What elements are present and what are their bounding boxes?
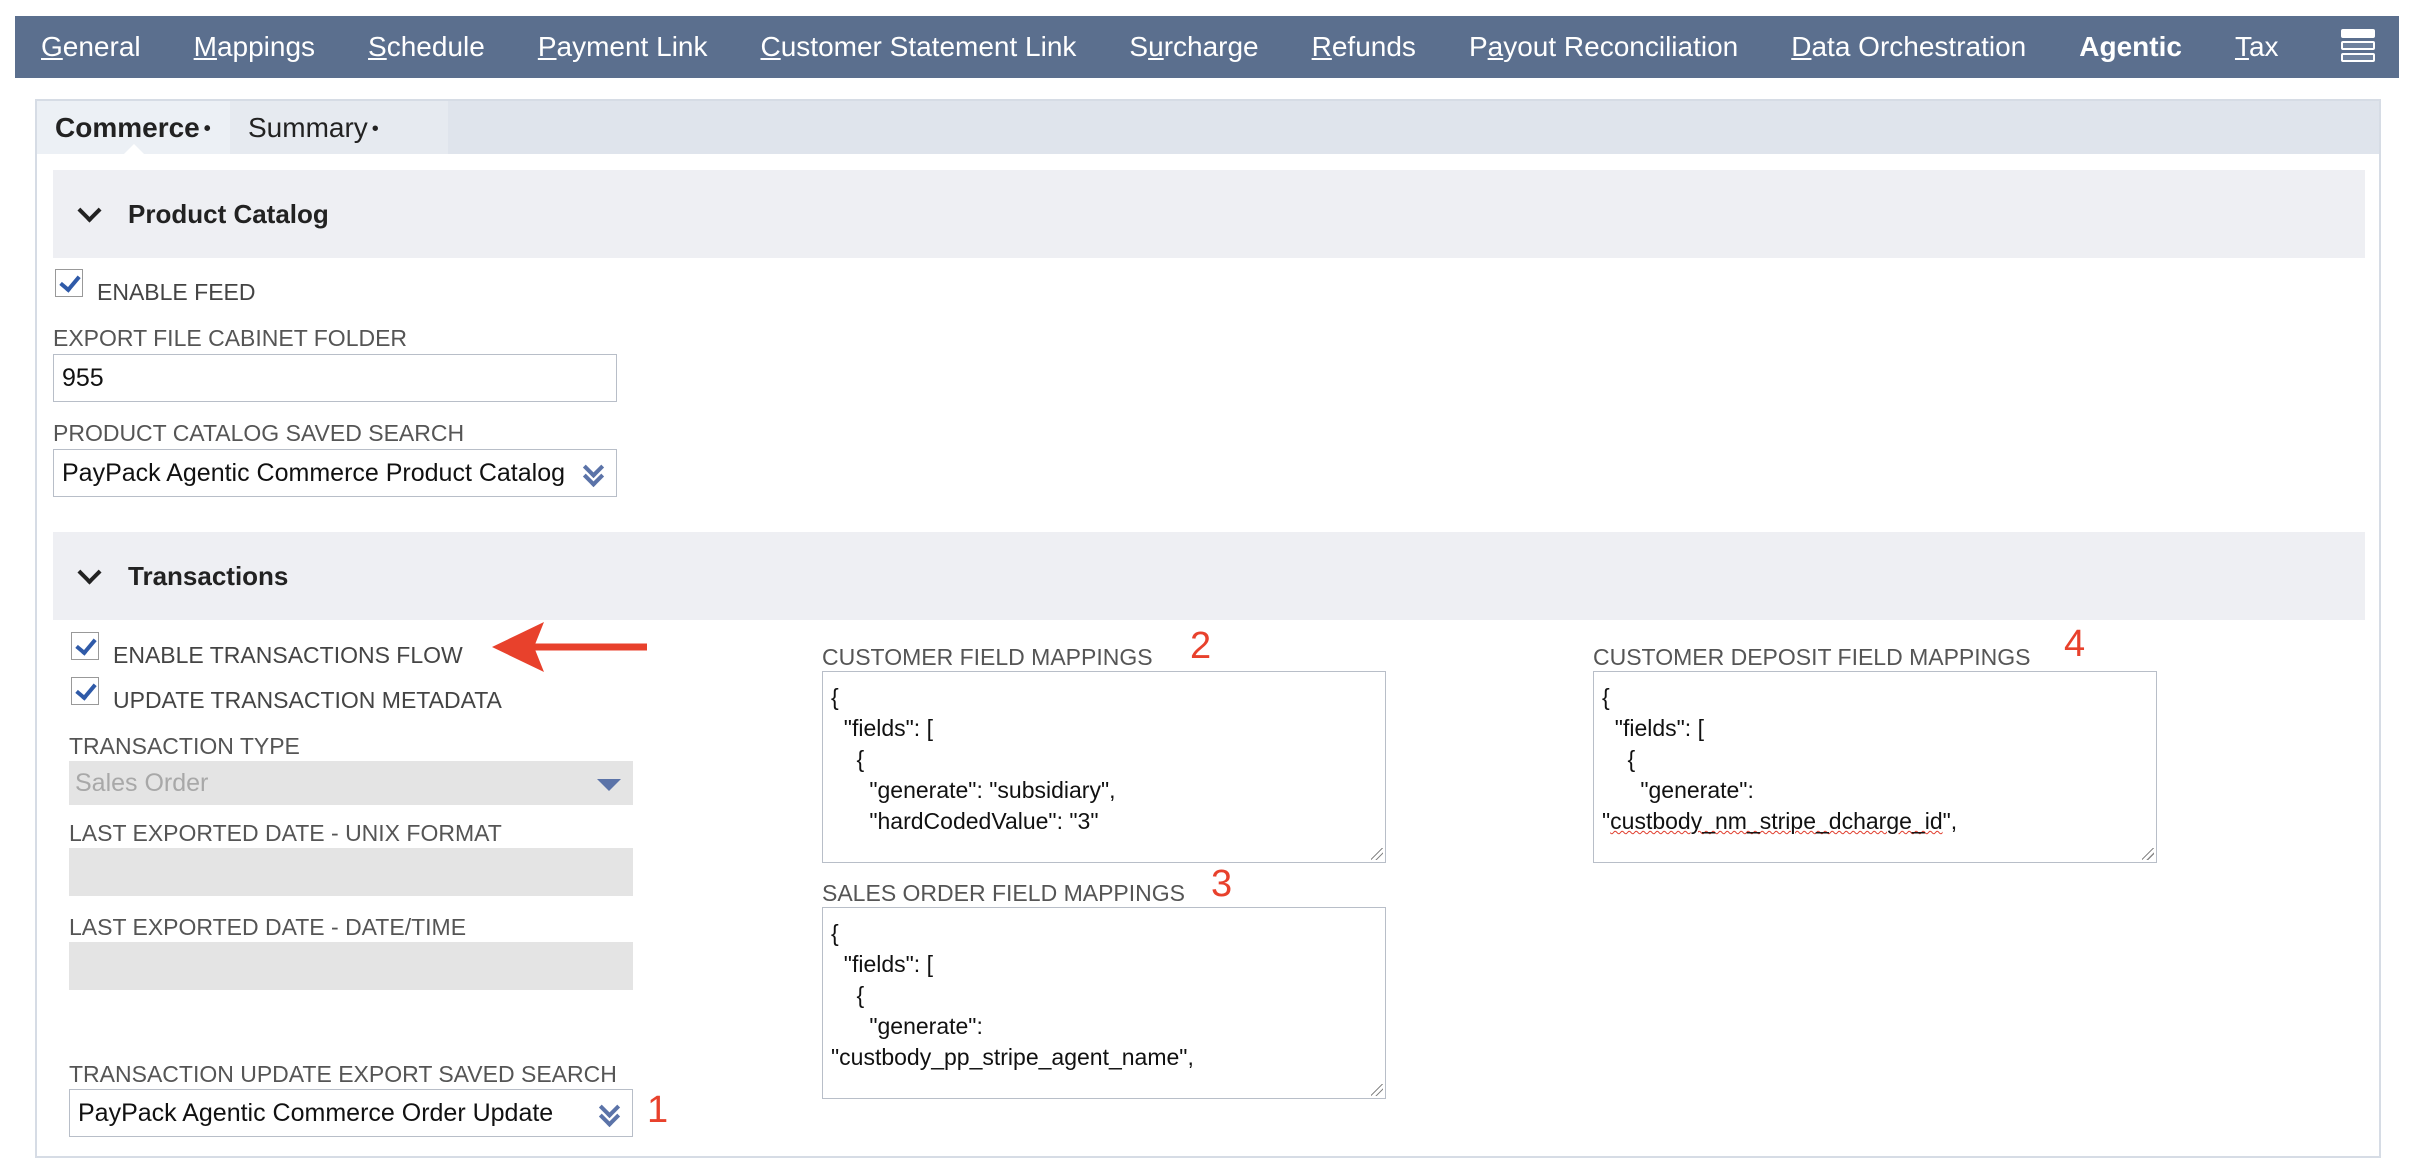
nav-tab-label-post: ata Orchestration	[1811, 31, 2027, 62]
update-transaction-metadata-checkbox[interactable]	[71, 677, 99, 705]
nav-tab-1[interactable]: Mappings	[194, 31, 315, 63]
nav-tab-label-post: yout Reconciliation	[1503, 31, 1739, 62]
transaction-update-export-saved-search-label: TRANSACTION UPDATE EXPORT SAVED SEARCH	[69, 1061, 617, 1087]
nav-tab-label-mnemonic: P	[537, 31, 557, 62]
nav-tab-10[interactable]: Tax	[2235, 31, 2279, 63]
nav-tab-label-mnemonic: M	[193, 31, 217, 62]
transactions-section-header[interactable]: Transactions	[53, 532, 2365, 620]
enable-feed-checkbox[interactable]	[55, 269, 83, 297]
transaction-type-label: TRANSACTION TYPE	[69, 733, 300, 759]
enable-transactions-flow-label: ENABLE TRANSACTIONS FLOW	[113, 642, 463, 668]
last-exported-datetime-label: LAST EXPORTED DATE - DATE/TIME	[69, 914, 467, 940]
resize-grip-icon[interactable]	[1371, 1084, 1383, 1096]
nav-tab-label-post: efunds	[1331, 31, 1416, 62]
nav-tab-label-mnemonic: R	[1311, 31, 1332, 62]
double-chevron-down-icon	[582, 456, 605, 488]
customer-deposit-field-mappings-value-spellcheck: custbody_nm_stripe_dcharge_id	[1610, 808, 1943, 834]
customer-deposit-field-mappings-label: CUSTOMER DEPOSIT FIELD MAPPINGS	[1593, 644, 2031, 670]
subtab-commerce-dot: •	[203, 118, 211, 141]
nav-tab-label-mnemonic: a	[1487, 31, 1504, 62]
transaction-update-export-saved-search-value: PayPack Agentic Commerce Order Update	[78, 1099, 554, 1127]
annotation-number-1: 1	[647, 1089, 669, 1131]
top-navigation-bar: General Mappings Schedule Payment Link Custo…	[15, 16, 2399, 89]
nav-tab-9[interactable]: Agentic	[2079, 31, 2182, 89]
last-exported-unix-label: LAST EXPORTED DATE - UNIX FORMAT	[69, 820, 502, 846]
nav-tab-label-mnemonic: g	[2099, 31, 2117, 62]
product-catalog-saved-search-select[interactable]: PayPack Agentic Commerce Product Catalog	[53, 449, 617, 497]
caret-down-icon	[597, 779, 621, 791]
transaction-type-select: Sales Order	[69, 761, 633, 805]
annotation-number-3: 3	[1211, 863, 1233, 905]
subtab-summary-label: Summary	[248, 112, 368, 143]
customer-field-mappings-value: { "fields": [ { "generate": "subsidiary"…	[831, 684, 1116, 834]
nav-tab-label-post: ayment Link	[556, 31, 708, 62]
product-catalog-saved-search-label: PRODUCT CATALOG SAVED SEARCH	[53, 420, 465, 446]
nav-tab-label-mnemonic: G	[41, 31, 63, 62]
nav-tab-label-post: eneral	[62, 31, 141, 62]
sales-order-field-mappings-textarea[interactable]: { "fields": [ { "generate": "custbody_pp…	[822, 907, 1386, 1099]
product-catalog-title: Product Catalog	[128, 198, 329, 229]
sales-order-field-mappings-label: SALES ORDER FIELD MAPPINGS	[822, 880, 1185, 906]
nav-tab-label-pre: A	[2079, 31, 2100, 62]
subtab-bar: Commerce • Summary •	[37, 101, 2379, 155]
enable-transactions-flow-checkbox[interactable]	[71, 632, 99, 660]
red-arrow-annotation	[492, 622, 647, 672]
sales-order-field-mappings-value: { "fields": [ { "generate": "custbody_pp…	[831, 920, 1194, 1070]
nav-tab-label-mnemonic: D	[1791, 31, 1812, 62]
last-exported-unix-field	[69, 848, 633, 896]
last-exported-datetime-field	[69, 942, 633, 990]
export-folder-input[interactable]	[53, 354, 617, 402]
nav-tab-4[interactable]: Customer Statement Link	[760, 31, 1076, 63]
nav-tab-3[interactable]: Payment Link	[538, 31, 708, 63]
subtab-summary-dot: •	[371, 118, 379, 141]
nav-tab-label-post: ustomer Statement Link	[780, 31, 1077, 62]
transaction-type-value: Sales Order	[75, 769, 209, 797]
nav-tab-6[interactable]: Refunds	[1312, 31, 1416, 63]
subtab-commerce-label: Commerce	[55, 112, 200, 143]
nav-tab-label-post: appings	[216, 31, 316, 62]
product-catalog-section-header[interactable]: Product Catalog	[53, 170, 2365, 258]
annotation-number-2: 2	[1190, 625, 1212, 667]
chevron-down-icon	[77, 197, 102, 223]
chevron-down-icon	[77, 559, 102, 585]
stacked-menu-icon[interactable]	[2341, 29, 2375, 65]
nav-tab-label-mnemonic: S	[368, 31, 387, 62]
customer-field-mappings-textarea[interactable]: { "fields": [ { "generate": "subsidiary"…	[822, 671, 1386, 863]
customer-deposit-field-mappings-value-post: ",	[1942, 808, 1958, 834]
nav-tab-label-pre: P	[1468, 31, 1488, 62]
annotation-number-4: 4	[2064, 623, 2086, 665]
double-chevron-down-icon	[598, 1096, 621, 1128]
main-panel: Commerce • Summary • Product Catalog ENABL…	[35, 99, 2381, 1158]
nav-tab-label-post: chedule	[386, 31, 485, 62]
nav-tab-label-post: rcharge	[1163, 31, 1259, 62]
enable-feed-label: ENABLE FEED	[97, 279, 256, 305]
nav-tab-0[interactable]: General	[41, 31, 141, 63]
product-catalog-saved-search-value: PayPack Agentic Commerce Product Catalog	[62, 459, 566, 487]
resize-grip-icon[interactable]	[1371, 848, 1383, 860]
nav-tab-label-post: ax	[2248, 31, 2279, 62]
nav-tab-7[interactable]: Payout Reconciliation	[1469, 31, 1738, 63]
transactions-title: Transactions	[128, 560, 289, 591]
customer-field-mappings-label: CUSTOMER FIELD MAPPINGS	[822, 644, 1153, 670]
subtab-commerce[interactable]: Commerce •	[37, 101, 230, 155]
customer-deposit-field-mappings-textarea[interactable]: { "fields": [ { "generate": "custbody_nm…	[1593, 671, 2157, 863]
resize-grip-icon[interactable]	[2142, 848, 2154, 860]
nav-tab-8[interactable]: Data Orchestration	[1791, 31, 2026, 63]
export-folder-label: EXPORT FILE CABINET FOLDER	[53, 325, 408, 351]
nav-tab-5[interactable]: Surcharge	[1129, 31, 1258, 63]
update-transaction-metadata-label: UPDATE TRANSACTION METADATA	[113, 687, 502, 713]
nav-tab-label-mnemonic: u	[1148, 31, 1164, 62]
nav-tab-2[interactable]: Schedule	[368, 31, 485, 63]
nav-tab-label-mnemonic: T	[2234, 31, 2249, 62]
subtab-summary[interactable]: Summary •	[230, 101, 448, 154]
nav-tab-label-post: entic	[2116, 31, 2182, 62]
nav-tab-label-pre: S	[1129, 31, 1149, 62]
transaction-update-export-saved-search-select[interactable]: PayPack Agentic Commerce Order Update	[69, 1089, 633, 1137]
nav-tab-label-mnemonic: C	[760, 31, 781, 62]
